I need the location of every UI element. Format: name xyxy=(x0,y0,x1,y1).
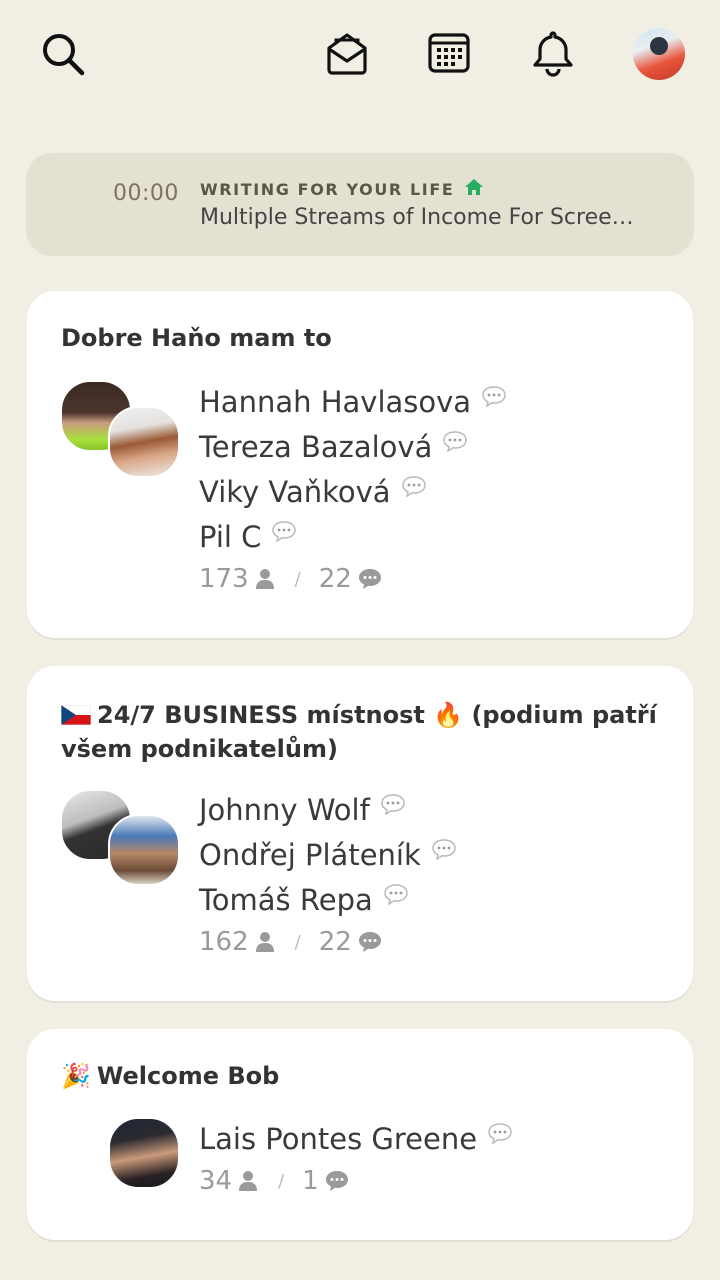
speaker-list: Lais Pontes Greene 34 / 1 xyxy=(199,1116,513,1201)
room-stats: 34 / 1 xyxy=(199,1161,513,1201)
separator: / xyxy=(294,568,301,590)
speaker-avatar xyxy=(108,406,180,478)
speaker-name: Pil C xyxy=(199,514,507,559)
speaker-list: Hannah Havlasova Tereza Bazalová Viky Va… xyxy=(199,379,507,599)
listener-count: 162 xyxy=(199,927,249,957)
club-name: WRITING FOR YOUR LIFE xyxy=(200,178,484,200)
room-title: 24/7 BUSINESS místnost 🔥 (podium patří v… xyxy=(61,701,657,763)
profile-avatar[interactable] xyxy=(633,28,685,80)
chat-bubble-icon xyxy=(381,793,405,815)
room-card[interactable]: Dobre Haňo mam to Hannah Havlasova Terez… xyxy=(27,291,693,638)
speaker-name: Tomáš Repa xyxy=(199,877,457,922)
playback-time: 00:00 xyxy=(113,181,179,206)
room-title: Multiple Streams of Income For Scree… xyxy=(200,205,634,230)
speaker-avatar xyxy=(108,1117,180,1189)
person-icon xyxy=(255,932,274,952)
chat-bubble-icon xyxy=(401,475,426,497)
speech-bubble-icon xyxy=(325,1171,348,1191)
invite-envelope-icon[interactable] xyxy=(322,28,372,78)
speaker-count: 22 xyxy=(318,564,352,594)
top-bar xyxy=(0,0,720,110)
room-card[interactable]: 24/7 BUSINESS místnost 🔥 (podium patří v… xyxy=(27,666,693,1001)
separator: / xyxy=(278,1170,285,1192)
bell-icon[interactable] xyxy=(528,28,578,78)
chat-bubble-icon xyxy=(383,883,408,905)
now-playing-bar[interactable]: 00:00 WRITING FOR YOUR LIFE Multiple Str… xyxy=(26,153,694,256)
party-popper-emoji: 🎉 xyxy=(61,1062,91,1090)
chat-bubble-icon xyxy=(482,385,506,407)
room-title: 🎉 Welcome Bob xyxy=(61,1062,280,1090)
speaker-name: Hannah Havlasova xyxy=(199,379,507,424)
speaker-name: Viky Vaňková xyxy=(199,469,507,514)
room-title: Dobre Haňo mam to xyxy=(61,324,332,352)
chat-bubble-icon xyxy=(488,1122,512,1144)
listener-count: 173 xyxy=(199,564,249,594)
speaker-name: Tereza Bazalová xyxy=(199,424,507,469)
chat-bubble-icon xyxy=(443,430,468,452)
speaker-list: Johnny Wolf Ondřej Pláteník Tomáš Repa 1… xyxy=(199,787,457,962)
speaker-avatar xyxy=(108,814,180,886)
person-icon xyxy=(255,569,274,589)
speaker-name: Lais Pontes Greene xyxy=(199,1116,513,1161)
house-icon xyxy=(464,178,484,200)
room-stats: 162 / 22 xyxy=(199,922,457,962)
speech-bubble-icon xyxy=(358,569,381,589)
search-icon[interactable] xyxy=(38,30,88,78)
czech-flag-icon xyxy=(61,705,91,725)
room-card[interactable]: 🎉 Welcome Bob Lais Pontes Greene 34 / 1 xyxy=(27,1029,693,1240)
speaker-count: 1 xyxy=(302,1166,319,1196)
speech-bubble-icon xyxy=(358,932,381,952)
room-stats: 173 / 22 xyxy=(199,559,507,599)
speaker-name: Ondřej Pláteník xyxy=(199,832,457,877)
chat-bubble-icon xyxy=(272,520,297,542)
person-icon xyxy=(239,1171,258,1191)
calendar-icon[interactable] xyxy=(424,28,474,78)
speaker-count: 22 xyxy=(318,927,352,957)
separator: / xyxy=(294,931,301,953)
speaker-name: Johnny Wolf xyxy=(199,787,457,832)
chat-bubble-icon xyxy=(432,838,456,860)
listener-count: 34 xyxy=(199,1166,233,1196)
